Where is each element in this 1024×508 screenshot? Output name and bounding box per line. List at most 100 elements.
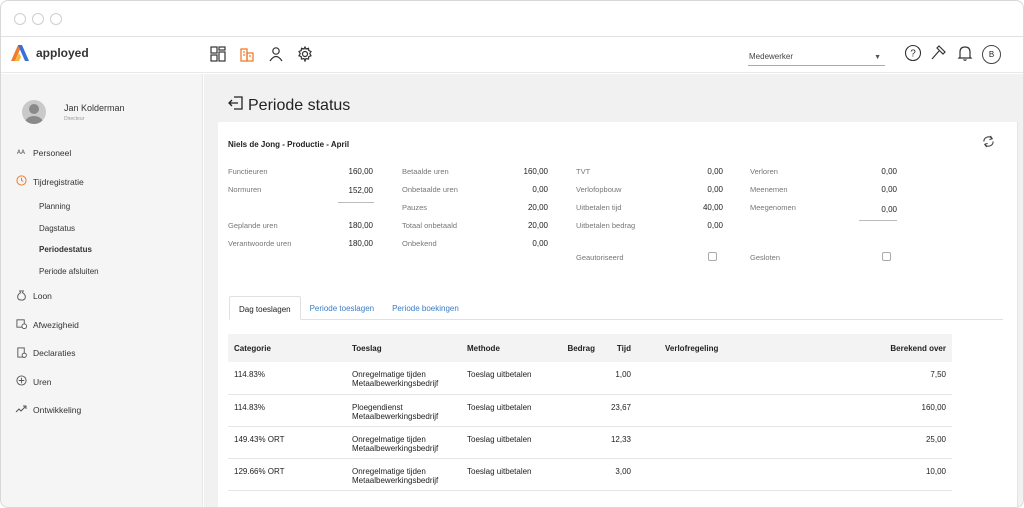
- user-role: Directeur: [64, 116, 85, 122]
- sidebar-item-loon[interactable]: Loon: [15, 282, 201, 311]
- user-name: Jan Kolderman: [64, 103, 125, 113]
- table-header-row: Categorie Toeslag Methode Bedrag Tijd Ve…: [228, 334, 952, 362]
- window-chrome: [1, 1, 1023, 37]
- field-label: Meegenomen: [750, 203, 796, 212]
- normuren-input[interactable]: 152,00: [318, 186, 373, 195]
- cell-methode: Toeslag uitbetalen: [461, 394, 556, 427]
- gesloten-checkbox[interactable]: [882, 252, 891, 261]
- sidebar-item-afwezigheid[interactable]: Afwezigheid: [15, 310, 201, 339]
- toeslagen-table: Categorie Toeslag Methode Bedrag Tijd Ve…: [228, 334, 952, 491]
- refresh-icon[interactable]: [982, 135, 995, 151]
- field-label: Meenemen: [750, 185, 788, 194]
- main-content: Periode status Niels de Jong - Productie…: [204, 74, 1023, 507]
- table-row[interactable]: 114.83% Ploegendienst Metaalbewerkingsbe…: [228, 394, 952, 427]
- sidebar-item-declaraties[interactable]: Declaraties: [15, 339, 201, 368]
- window-dot[interactable]: [14, 12, 26, 25]
- trend-icon: [15, 404, 27, 416]
- tab-periode-toeslagen[interactable]: Periode toeslagen: [301, 296, 384, 320]
- sidebar-subitem-periodestatus[interactable]: Periodestatus: [15, 239, 201, 260]
- field-label: Verantwoorde uren: [228, 239, 292, 248]
- field-value: 0,00: [707, 185, 723, 194]
- table-row[interactable]: 129.66% ORT Onregelmatige tijden Metaalb…: [228, 458, 952, 491]
- user-profile[interactable]: Jan Kolderman Directeur: [22, 100, 125, 124]
- gear-icon[interactable]: [296, 45, 314, 63]
- brand-logo[interactable]: apployed: [11, 45, 89, 61]
- cell-tijd: 3,00: [601, 458, 637, 491]
- top-right-actions: ? B: [904, 44, 1001, 64]
- clock-icon: [15, 175, 27, 188]
- apployed-logo-icon: [11, 45, 29, 61]
- cell-tijd: 23,67: [601, 394, 637, 427]
- tab-dag-toeslagen[interactable]: Dag toeslagen: [229, 296, 301, 320]
- sidebar-subitem-planning[interactable]: Planning: [15, 196, 201, 217]
- cell-berekend-over: 160,00: [732, 394, 952, 427]
- column-header[interactable]: Toeslag: [346, 334, 461, 362]
- money-bag-icon: [15, 290, 27, 303]
- calendar-clock-icon: [15, 318, 27, 331]
- avatar: [22, 100, 46, 124]
- sidebar-item-uren[interactable]: Uren: [15, 368, 201, 397]
- receipt-icon: [15, 347, 27, 360]
- field-value: 160,00: [348, 167, 373, 176]
- cell-categorie: 149.43% ORT: [228, 426, 346, 459]
- input-underline: [859, 220, 897, 221]
- field-label: Normuren: [228, 185, 262, 194]
- sidebar-item-label: Ontwikkeling: [33, 405, 82, 416]
- cell-berekend-over: 25,00: [732, 426, 952, 459]
- field-value: 0,00: [532, 185, 548, 194]
- field-label: Totaal onbetaald: [402, 221, 458, 230]
- dashboard-icon[interactable]: [209, 45, 227, 63]
- field-label: TVT: [576, 167, 591, 176]
- cell-bedrag: [556, 394, 601, 427]
- page-title-row: Periode status: [228, 95, 350, 116]
- period-title: Niels de Jong - Productie - April: [228, 140, 350, 149]
- app-window: apployed Medewerker ▼ ? B Jan Kolderman …: [0, 0, 1024, 508]
- gautoriseerd-checkbox[interactable]: [708, 252, 717, 261]
- window-dot[interactable]: [32, 12, 44, 25]
- sidebar-item-label: Personeel: [33, 148, 72, 159]
- svg-text:?: ?: [910, 49, 916, 60]
- field-label: Verlofopbouw: [576, 185, 622, 194]
- sidebar-subitem-dagstatus[interactable]: Dagstatus: [15, 218, 201, 239]
- back-icon[interactable]: [228, 95, 244, 116]
- cell-tijd: 1,00: [601, 362, 637, 395]
- column-header[interactable]: Bedrag: [556, 334, 601, 362]
- field-value: 0,00: [707, 167, 723, 176]
- sidebar-item-personeel[interactable]: ᴬᴬ Personeel: [15, 139, 201, 168]
- field-label: Betaalde uren: [402, 167, 449, 176]
- cell-methode: Toeslag uitbetalen: [461, 362, 556, 395]
- employee-select[interactable]: Medewerker ▼: [748, 48, 885, 66]
- help-icon[interactable]: ?: [904, 44, 922, 64]
- sidebar-item-tijdregistratie[interactable]: Tijdregistratie: [15, 168, 201, 197]
- buildings-icon[interactable]: [238, 45, 256, 63]
- top-nav: [209, 45, 314, 63]
- field-label: Uitbetalen tijd: [576, 203, 622, 212]
- chevron-down-icon: ▼: [874, 54, 881, 61]
- hammer-icon[interactable]: [930, 44, 948, 64]
- column-header[interactable]: Methode: [461, 334, 556, 362]
- field-value: 0,00: [881, 167, 897, 176]
- sidebar-item-label: Uren: [33, 376, 52, 387]
- cell-berekend-over: 7,50: [732, 362, 952, 395]
- field-value: 180,00: [348, 221, 373, 230]
- cell-methode: Toeslag uitbetalen: [461, 426, 556, 459]
- gesloten-label: Gesloten: [750, 253, 781, 262]
- sidebar-item-ontwikkeling[interactable]: Ontwikkeling: [15, 396, 201, 425]
- person-icon[interactable]: [267, 45, 285, 63]
- meegenomen-input[interactable]: 0,00: [842, 205, 897, 214]
- column-header[interactable]: Tijd: [601, 334, 637, 362]
- cell-toeslag: Ploegendienst Metaalbewerkingsbedrijf: [346, 394, 461, 427]
- tab-periode-boekingen[interactable]: Periode boekingen: [383, 296, 468, 320]
- window-dot[interactable]: [50, 12, 62, 25]
- column-header[interactable]: Berekend over: [732, 334, 952, 362]
- field-label: Geplande uren: [228, 221, 278, 230]
- user-badge[interactable]: B: [982, 44, 1001, 64]
- people-icon: ᴬᴬ: [16, 148, 26, 159]
- table-row[interactable]: 114.83% Onregelmatige tijden Metaalbewer…: [228, 362, 952, 395]
- bell-icon[interactable]: [956, 44, 974, 64]
- cell-verlofregeling: [637, 394, 732, 427]
- column-header[interactable]: Categorie: [228, 334, 346, 362]
- sidebar-subitem-periode-afsluiten[interactable]: Periode afsluiten: [15, 260, 201, 281]
- column-header[interactable]: Verlofregeling: [637, 334, 732, 362]
- table-row[interactable]: 149.43% ORT Onregelmatige tijden Metaalb…: [228, 426, 952, 459]
